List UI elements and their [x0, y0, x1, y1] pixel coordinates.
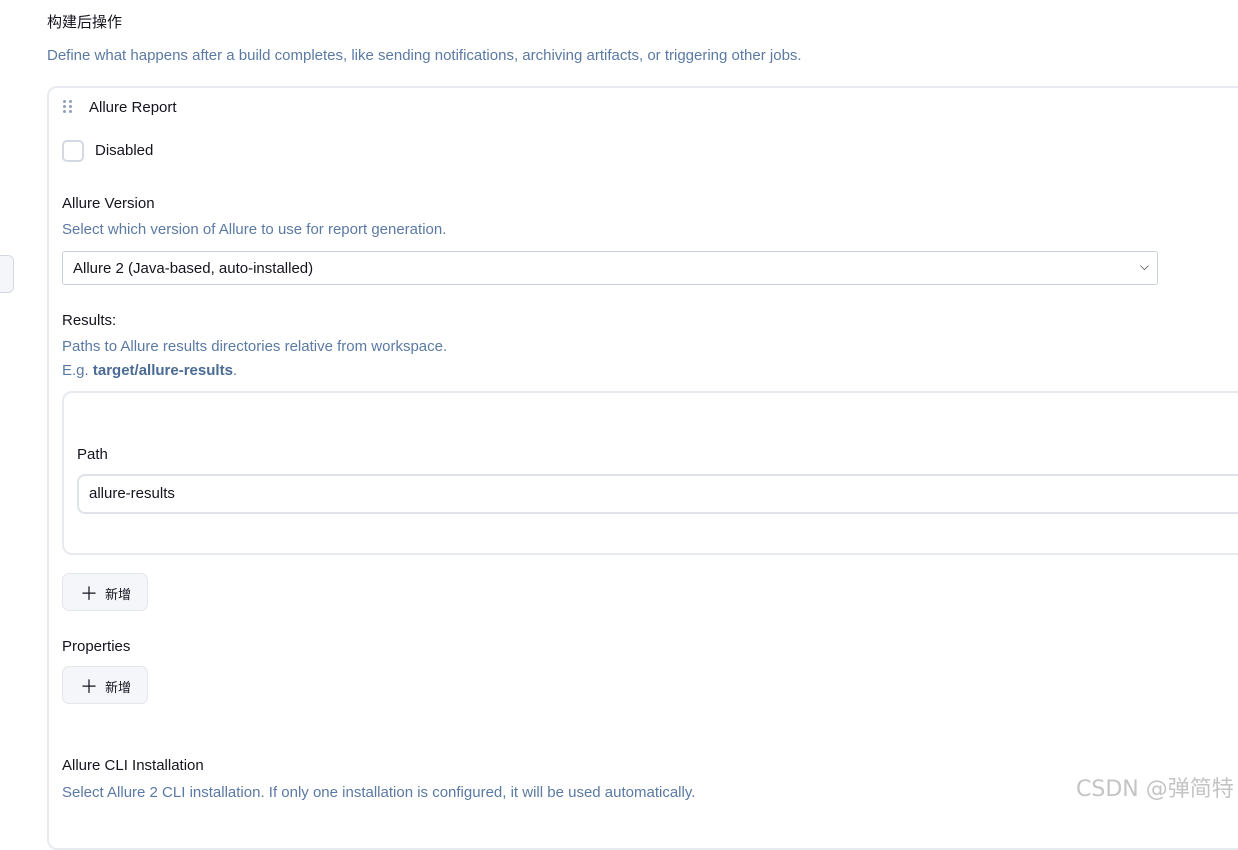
allure-version-select[interactable]: Allure 2 (Java-based, auto-installed) ⌵ [62, 251, 1158, 285]
allure-version-label: Allure Version [62, 195, 155, 212]
properties-label: Properties [62, 638, 131, 655]
add-property-button[interactable]: ＋ 新增 [62, 666, 148, 704]
path-input-value: allure-results [89, 485, 175, 502]
plus-icon: ＋ [80, 677, 98, 697]
plus-icon: ＋ [80, 584, 98, 604]
results-example-path: target/allure-results [92, 362, 233, 379]
allure-version-help: Select which version of Allure to use fo… [62, 221, 447, 238]
results-example: E.g. target/allure-results. [62, 362, 237, 379]
allure-version-selected: Allure 2 (Java-based, auto-installed) [73, 260, 314, 277]
add-result-path-button[interactable]: ＋ 新增 [62, 573, 148, 611]
step-title: Allure Report [89, 99, 177, 116]
watermark: CSDN @弹简特 [1076, 777, 1234, 802]
drag-handle-icon[interactable] [63, 100, 75, 116]
section-title: 构建后操作 [47, 13, 123, 31]
add-property-label: 新增 [105, 681, 132, 696]
path-label: Path [77, 446, 108, 463]
path-input[interactable]: allure-results [77, 474, 1238, 514]
chevron-down-icon: ⌵ [1139, 259, 1149, 273]
results-help: Paths to Allure results directories rela… [62, 338, 448, 355]
disabled-checkbox[interactable] [62, 140, 84, 162]
cli-installation-label: Allure CLI Installation [62, 757, 204, 774]
results-example-prefix: E.g. [62, 362, 93, 379]
results-example-suffix: . [232, 362, 238, 379]
section-description: Define what happens after a build comple… [47, 47, 802, 64]
disabled-checkbox-label[interactable]: Disabled [95, 142, 153, 159]
results-path-entry [62, 391, 1238, 555]
side-panel-handle[interactable] [0, 255, 14, 293]
cli-installation-help: Select Allure 2 CLI installation. If onl… [62, 784, 696, 801]
add-result-path-label: 新增 [105, 588, 132, 603]
results-label: Results: [62, 312, 117, 329]
